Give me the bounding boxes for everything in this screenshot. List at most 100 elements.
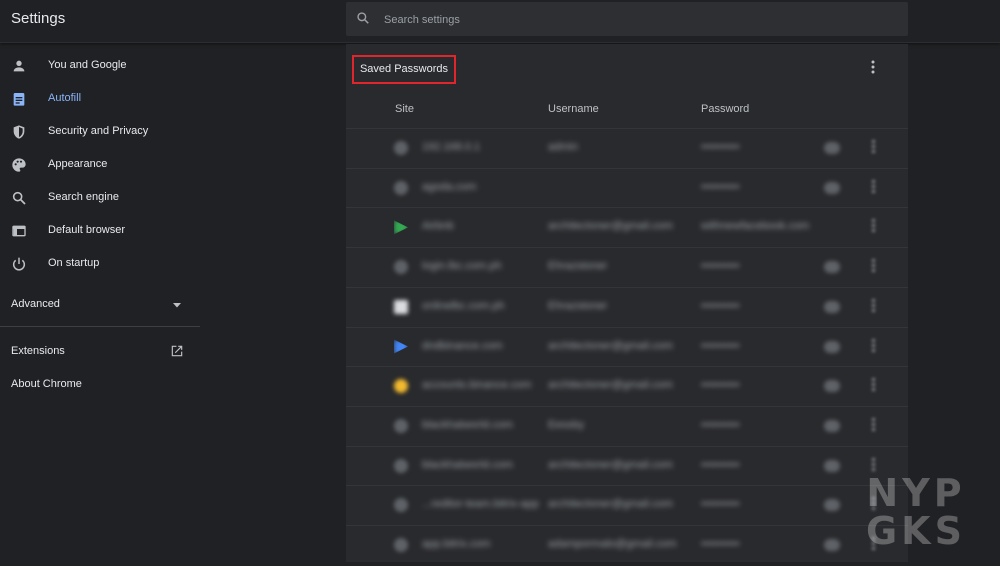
password-value: •••••••••• [701, 260, 740, 273]
chevron-down-icon [173, 303, 181, 308]
show-password-icon[interactable] [824, 539, 840, 551]
password-value: •••••••••• [701, 538, 740, 550]
username-value: architectoner@gmail.com [548, 220, 673, 233]
row-more-vert-icon[interactable] [872, 338, 875, 354]
site-name[interactable]: dndbinance.com [422, 340, 503, 352]
site-name[interactable]: accounts.binance.com [422, 379, 531, 391]
password-value: •••••••••• [701, 418, 740, 431]
watermark-line-1: NYP [866, 471, 966, 515]
site-favicon-icon [394, 339, 408, 354]
sidebar-item-label: Autofill [48, 92, 82, 104]
username-value: Ehrazstoner [548, 260, 608, 273]
site-favicon-icon [394, 379, 408, 394]
password-value: •••••••••• [701, 379, 740, 392]
password-value: •••••••••• [701, 498, 740, 511]
sidebar-item-security[interactable]: Security and Privacy [0, 118, 200, 146]
clipboard-icon [13, 93, 25, 106]
saved-passwords-card: Saved Passwords Site Username Password 1… [346, 44, 908, 562]
password-row[interactable]: login.lbc.com.ph Ehrazstoner •••••••••• [346, 247, 908, 288]
page-title: Settings [11, 10, 66, 27]
site-name[interactable]: agoda.com [422, 181, 476, 193]
sidebar-divider [0, 326, 200, 327]
sidebar-item-label: On startup [48, 257, 100, 269]
password-row[interactable]: ...reditor-team.bitrix-app architectoner@… [346, 485, 908, 526]
advanced-toggle[interactable]: Advanced [0, 292, 200, 318]
password-row[interactable]: app.bitrix.com adampormalo@gmail.com •••••… [346, 525, 908, 566]
sidebar-item-label: Search engine [48, 191, 119, 203]
password-row[interactable]: accounts.binance.com architectoner@gmail.… [346, 366, 908, 407]
sidebar-item-label: Default browser [48, 224, 126, 236]
password-row[interactable]: blackhatworld.com Eessby •••••••••• [346, 405, 908, 447]
site-name[interactable]: 192.168.0.1 [422, 141, 480, 153]
row-more-vert-icon[interactable] [872, 179, 875, 195]
sidebar-item-default-browser[interactable]: Default browser [0, 217, 200, 245]
row-more-vert-icon[interactable] [872, 219, 875, 234]
site-favicon-icon [394, 299, 408, 314]
password-value: •••••••••• [701, 339, 740, 352]
column-header-site: Site [395, 103, 414, 115]
site-favicon-icon [394, 418, 408, 433]
row-more-vert-icon[interactable] [872, 298, 875, 314]
sidebar-item-extensions[interactable]: Extensions [0, 340, 200, 364]
search-input[interactable] [382, 2, 886, 38]
sidebar-item-on-startup[interactable]: On startup [0, 250, 200, 278]
sidebar-item-about-chrome[interactable]: About Chrome [0, 373, 200, 397]
show-password-icon[interactable] [824, 261, 840, 274]
username-value: admin [548, 141, 578, 153]
row-more-vert-icon[interactable] [872, 259, 875, 274]
password-value: withnewfacebook.com [701, 220, 810, 233]
site-name[interactable]: login.lbc.com.ph [422, 260, 502, 272]
sidebar-item-label: Appearance [48, 158, 108, 170]
show-password-icon[interactable] [824, 419, 840, 432]
password-value: •••••••••• [701, 299, 740, 312]
password-row[interactable]: 192.168.0.1 admin •••••••••• [346, 128, 908, 169]
username-value: architectoner@gmail.com [548, 379, 673, 392]
extensions-label: Extensions [11, 345, 65, 357]
sidebar-item-autofill[interactable]: Autofill [0, 85, 200, 113]
site-name[interactable]: onlinelbc.com.ph [422, 300, 505, 312]
password-row[interactable]: Airbnb architectoner@gmail.com withnewface… [346, 207, 908, 248]
show-password-icon[interactable] [824, 499, 840, 512]
site-name[interactable]: app.bitrix.com [422, 538, 490, 550]
password-row[interactable]: blackhatworld.com architectoner@gmail.com… [346, 445, 908, 487]
sidebar-item-you-and-google[interactable]: You and Google [0, 52, 200, 80]
column-header-username: Username [548, 103, 599, 115]
sidebar-item-label: Security and Privacy [48, 125, 149, 137]
top-bar: Settings [0, 0, 1000, 43]
site-favicon-icon [394, 458, 408, 473]
sidebar: You and Google Autofill Security and Pri… [0, 44, 200, 562]
search-box[interactable] [346, 2, 908, 38]
password-row[interactable]: agoda.com •••••••••• [346, 167, 908, 209]
show-password-icon[interactable] [824, 142, 840, 154]
username-value: Ehrazstoner [548, 299, 608, 312]
row-more-vert-icon[interactable] [872, 417, 875, 433]
password-row[interactable]: dndbinance.com architectoner@gmail.com •••… [346, 326, 908, 368]
row-more-vert-icon[interactable] [872, 378, 875, 393]
advanced-label: Advanced [11, 298, 60, 310]
row-more-vert-icon[interactable] [872, 140, 875, 155]
shield-icon [13, 125, 25, 139]
palette-icon [12, 158, 26, 172]
password-row[interactable]: onlinelbc.com.ph Ehrazstoner •••••••••• [346, 286, 908, 328]
site-name[interactable]: blackhatworld.com [422, 419, 513, 431]
show-password-icon[interactable] [824, 380, 840, 393]
show-password-icon[interactable] [824, 300, 840, 313]
more-vert-icon[interactable] [870, 60, 876, 74]
site-favicon-icon [394, 220, 408, 235]
password-value: •••••••••• [701, 180, 740, 193]
watermark-logo: NYP GKS [840, 474, 992, 550]
sidebar-item-appearance[interactable]: Appearance [0, 151, 200, 179]
show-password-icon[interactable] [824, 181, 840, 194]
about-label: About Chrome [11, 378, 82, 390]
site-favicon-icon [394, 260, 408, 275]
site-name[interactable]: Airbnb [422, 220, 454, 232]
sidebar-item-search-engine[interactable]: Search engine [0, 184, 200, 212]
show-password-icon[interactable] [824, 459, 840, 472]
site-name[interactable]: ...reditor-team.bitrix-app [422, 498, 539, 510]
show-password-icon[interactable] [824, 340, 840, 353]
site-favicon-icon [394, 498, 408, 513]
site-favicon-icon [394, 180, 408, 195]
site-name[interactable]: blackhatworld.com [422, 459, 513, 471]
column-header-password: Password [701, 103, 750, 115]
site-favicon-icon [394, 141, 408, 155]
